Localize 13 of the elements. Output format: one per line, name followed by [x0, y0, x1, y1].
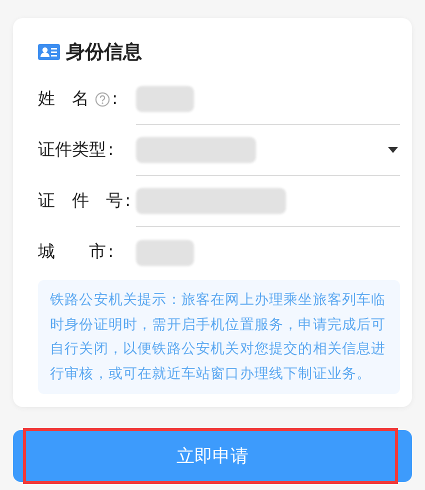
colon: :	[108, 240, 114, 264]
colon: :	[125, 190, 131, 213]
field-label: 证件类型	[38, 138, 106, 162]
colon: :	[112, 88, 118, 111]
field-label: 城 市	[38, 240, 106, 264]
field-label: 证 件 号	[38, 190, 123, 213]
field-label: 姓 名	[38, 88, 89, 111]
id-card-icon	[38, 44, 60, 60]
section-title: 身份信息	[66, 40, 142, 65]
dropdown-caret-icon[interactable]	[388, 147, 398, 153]
notice-text: 铁路公安机关提示：旅客在网上办理乘坐旅客列车临时身份证明时，需开启手机位置服务，申请完成后可自行关闭，以便铁路公安机关对您提交的相关信息进行审核，或可在就近车站窗口办理线下制证业务。	[50, 291, 387, 384]
colon: :	[108, 138, 114, 162]
apply-button[interactable]: 立即申请	[13, 430, 412, 482]
